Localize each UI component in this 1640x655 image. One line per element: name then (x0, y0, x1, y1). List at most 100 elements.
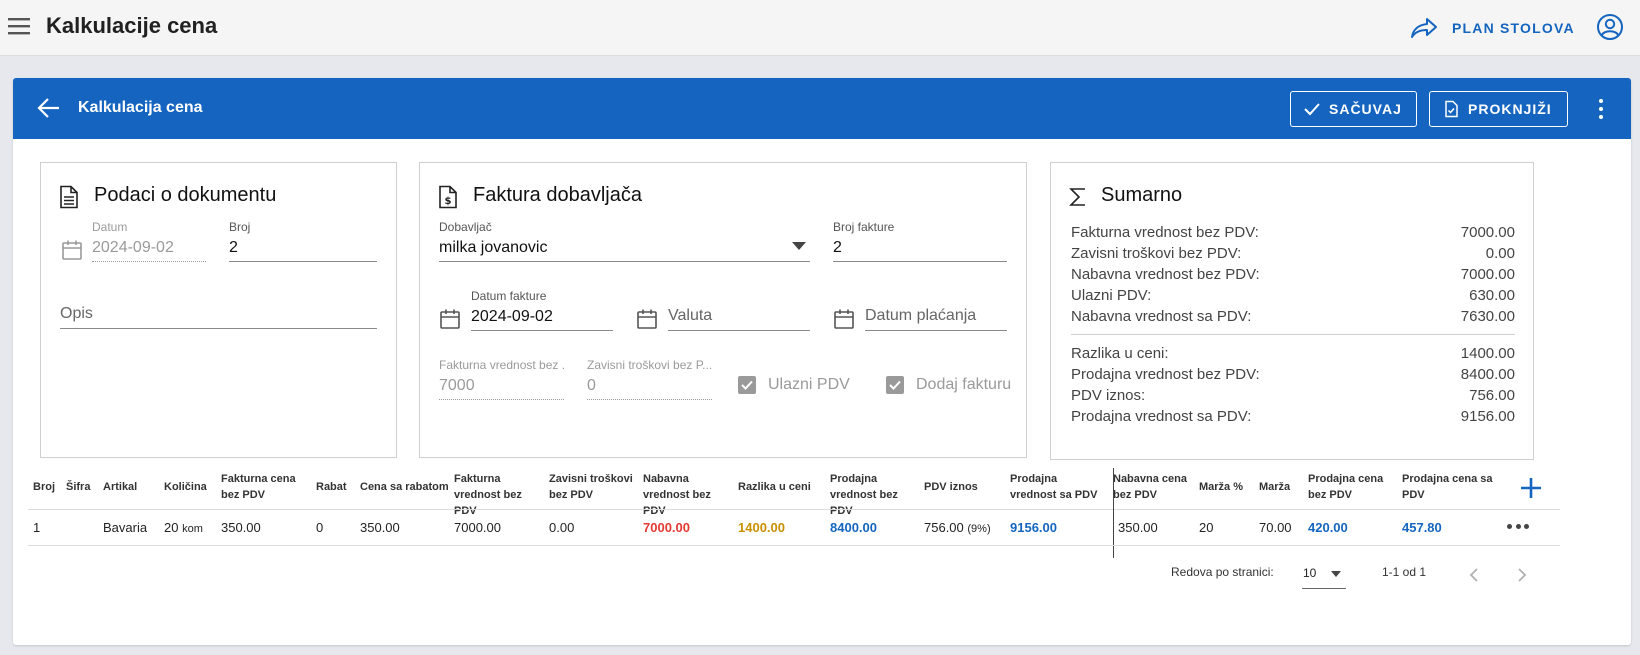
column-header[interactable]: Nabavna cena bez PDV (1113, 471, 1191, 503)
column-header[interactable]: Fakturna cena bez PDV (221, 471, 303, 503)
column-header[interactable]: Šifra (66, 479, 90, 495)
calendar-icon[interactable] (61, 239, 83, 261)
document-icon (60, 185, 78, 209)
cell-broj: 1 (33, 520, 41, 535)
rows-per-page-select[interactable]: 10 (1302, 562, 1346, 589)
summary-value: 630.00 (1469, 287, 1515, 304)
calendar-icon[interactable] (833, 308, 855, 330)
invoice-value: 7000 (439, 372, 564, 400)
cell-marza-pct: 20 (1199, 520, 1214, 535)
invoice-value-field[interactable]: Fakturna vrednost bez ... 7000 (439, 358, 564, 400)
summary-row: Ulazni PDV: 630.00 (1071, 287, 1515, 308)
post-label: PROKNJIŽI (1468, 101, 1552, 117)
summary-label: Fakturna vrednost bez PDV: (1071, 224, 1259, 241)
summary-row: Fakturna vrednost bez PDV: 7000.00 (1071, 224, 1515, 245)
summary-label: PDV iznos: (1071, 387, 1146, 404)
summary-panel: Sumarno Fakturna vrednost bez PDV: 7000.… (1050, 162, 1534, 460)
input-vat-label: Ulazni PDV (768, 376, 850, 393)
cell-nabavna-cena: 350.00 (1118, 520, 1158, 535)
column-header[interactable]: Marža % (1199, 479, 1243, 495)
dropdown-arrow-icon[interactable] (792, 242, 806, 250)
cell-nabavna-vrednost: 7000.00 (643, 520, 690, 535)
summary-row: Prodajna vrednost bez PDV: 8400.00 (1071, 366, 1515, 387)
plan-stolova-button[interactable]: PLAN STOLOVA (1410, 12, 1575, 44)
chevron-left-icon[interactable] (1466, 566, 1484, 584)
column-header[interactable]: Marža (1259, 479, 1290, 495)
chevron-right-icon[interactable] (1512, 566, 1530, 584)
summary-row: Zavisni troškovi bez PDV: 0.00 (1071, 245, 1515, 266)
dependent-costs-field[interactable]: Zavisni troškovi bez P... 0 (587, 358, 712, 400)
account-circle-icon[interactable] (1596, 13, 1624, 41)
number-field[interactable]: Broj 2 (229, 220, 377, 262)
pdv-rate: (9%) (967, 523, 991, 535)
column-header[interactable]: Količina (164, 479, 207, 495)
calendar-icon[interactable] (439, 308, 461, 330)
add-invoice-checkbox[interactable]: Dodaj fakturu (886, 376, 1011, 394)
invoice-number-field[interactable]: Broj fakture 2 (833, 220, 1007, 262)
summary-row: Nabavna vrednost bez PDV: 7000.00 (1071, 266, 1515, 287)
column-header[interactable]: Nabavna vrednost bez PDV (643, 471, 733, 519)
summary-label: Nabavna vrednost sa PDV: (1071, 308, 1252, 325)
app-bar: Kalkulacije cena PLAN STOLOVA (0, 0, 1640, 56)
currency-field[interactable]: Valuta (668, 301, 810, 331)
number-value: 2 (229, 234, 377, 262)
rows-per-page-value: 10 (1303, 566, 1317, 580)
menu-icon[interactable] (6, 14, 32, 38)
more-vert-icon[interactable] (1597, 97, 1605, 121)
panel-title: Podaci o dokumentu (94, 184, 277, 206)
summary-label: Prodajna vrednost bez PDV: (1071, 366, 1260, 383)
column-header[interactable]: Fakturna vrednost bez PDV (454, 471, 544, 519)
summary-value: 7000.00 (1460, 266, 1515, 283)
add-invoice-label: Dodaj fakturu (916, 376, 1012, 393)
cell-artikal: Bavaria (103, 520, 148, 535)
summary-row: Prodajna vrednost sa PDV: 9156.00 (1071, 408, 1515, 429)
date-field[interactable]: Datum 2024-09-02 (92, 220, 206, 262)
cell-pdv-iznos: 756.00 (9%) (924, 520, 991, 535)
more-horiz-icon[interactable] (1507, 524, 1529, 530)
checkbox-icon (886, 376, 904, 394)
column-header[interactable]: Prodajna vrednost bez PDV (830, 471, 920, 519)
column-header[interactable]: Prodajna vrednost sa PDV (1010, 471, 1100, 503)
sigma-icon (1069, 188, 1085, 206)
save-button[interactable]: SAČUVAJ (1290, 91, 1417, 127)
invoice-date-field[interactable]: Datum fakture 2024-09-02 (471, 289, 613, 331)
supplier-select[interactable]: Dobavljač milka jovanovic (439, 220, 810, 262)
reply-arrow-icon (1411, 18, 1437, 38)
invoice-dollar-icon: $ (439, 185, 457, 209)
date-label: Datum (92, 220, 128, 234)
post-button[interactable]: PROKNJIŽI (1429, 91, 1568, 127)
payment-date-field[interactable]: Datum plaćanja (865, 301, 1007, 331)
summary-value: 1400.00 (1460, 345, 1515, 362)
arrow-left-icon[interactable] (36, 95, 62, 121)
column-header[interactable]: Rabat (316, 479, 347, 495)
column-header[interactable]: Artikal (103, 479, 137, 495)
summary-value: 9156.00 (1460, 408, 1515, 425)
cell-rabat: 0 (316, 520, 324, 535)
calendar-icon[interactable] (636, 308, 658, 330)
column-header[interactable]: PDV iznos (924, 479, 978, 495)
document-panel: Podaci o dokumentu Datum 2024-09-02 Broj… (40, 162, 397, 458)
column-header[interactable]: Prodajna cena bez PDV (1308, 471, 1386, 503)
column-header[interactable]: Razlika u ceni (738, 479, 811, 495)
summary-label: Nabavna vrednost bez PDV: (1071, 266, 1260, 283)
summary-value: 7000.00 (1460, 224, 1515, 241)
column-header[interactable]: Prodajna cena sa PDV (1402, 471, 1494, 503)
cell-zavisni-troskovi: 0.00 (549, 520, 575, 535)
summary-row: PDV iznos: 756.00 (1071, 387, 1515, 408)
column-header[interactable]: Broj (33, 479, 55, 495)
dependent-costs-label: Zavisni troškovi bez P... (587, 358, 712, 372)
pdv-amount: 756.00 (924, 520, 964, 535)
cell-fakturna-vrednost: 7000.00 (454, 520, 501, 535)
cell-kolicina: 20 kom (164, 520, 203, 535)
cell-prodajna-cena-sa: 457.80 (1402, 520, 1442, 535)
plan-stolova-label: PLAN STOLOVA (1452, 20, 1575, 36)
cell-prodajna-vrednost-bez: 8400.00 (830, 520, 877, 535)
input-vat-checkbox[interactable]: Ulazni PDV (738, 376, 850, 394)
column-header[interactable]: Zavisni troškovi bez PDV (549, 471, 637, 503)
plus-icon[interactable] (1518, 475, 1544, 501)
summary-row: Razlika u ceni: 1400.00 (1071, 345, 1515, 366)
column-header[interactable]: Cena sa rabatom (360, 479, 449, 495)
description-field[interactable]: Opis (60, 299, 377, 329)
invoice-date-label: Datum fakture (471, 289, 547, 303)
svg-text:$: $ (445, 196, 452, 207)
